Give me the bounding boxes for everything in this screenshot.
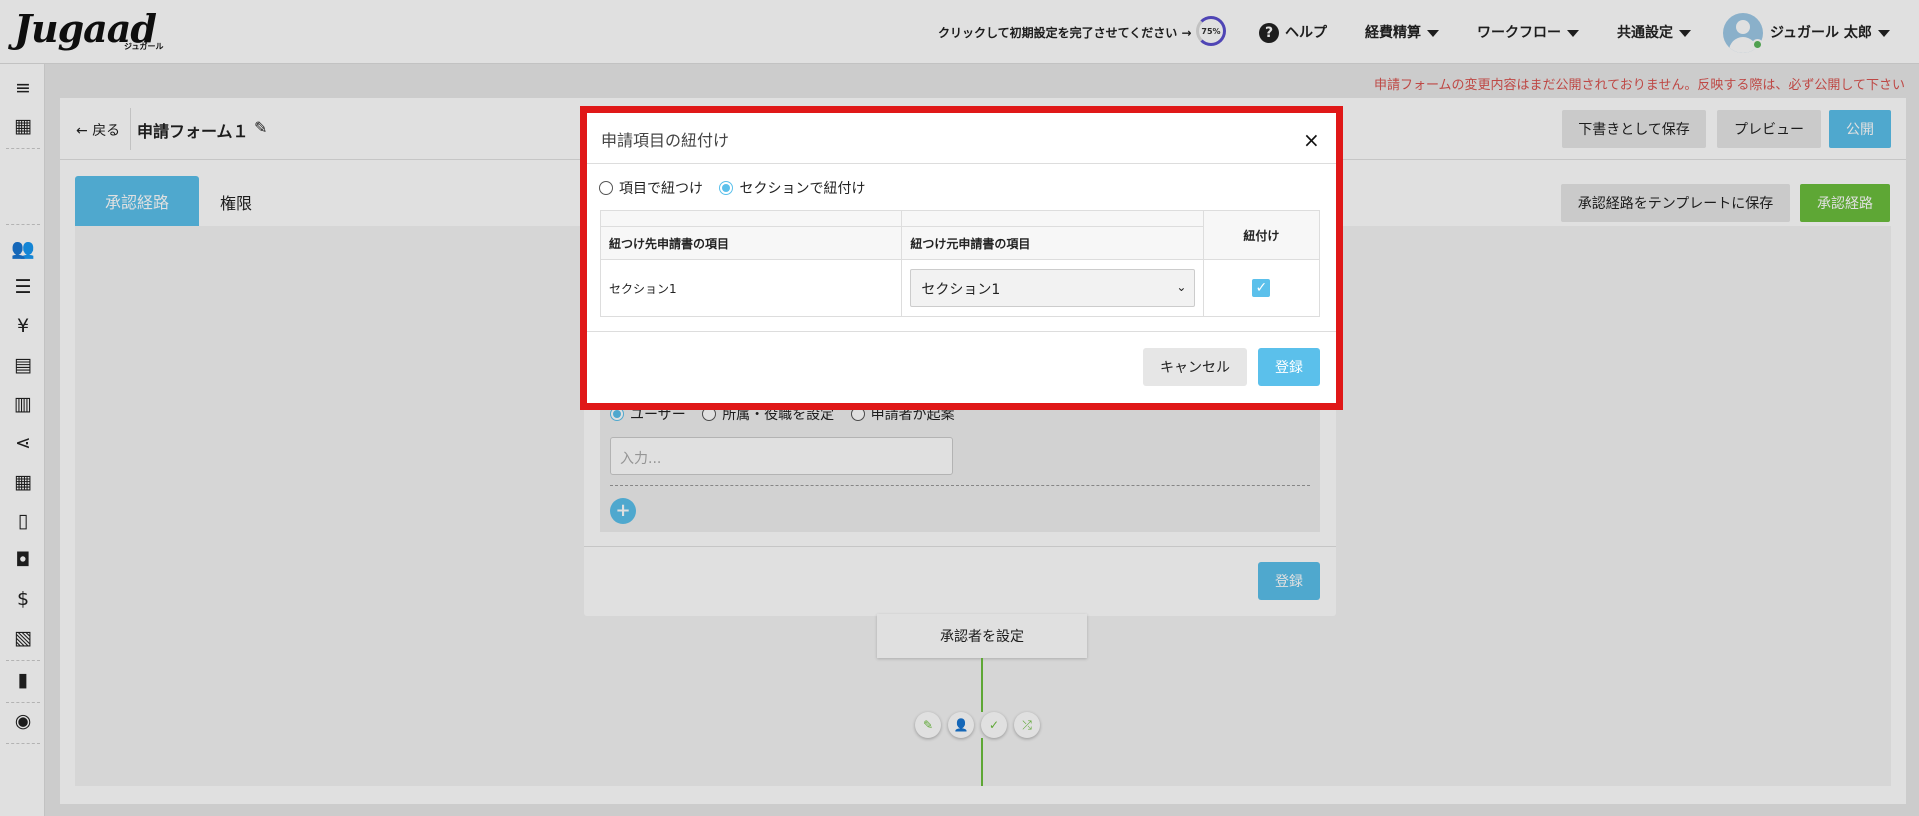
- link-checkbox[interactable]: ✓: [1252, 279, 1271, 298]
- source-item-select[interactable]: セクション1 ⌄: [910, 269, 1196, 308]
- cancel-button[interactable]: キャンセル: [1143, 348, 1247, 386]
- radio-link-by-section[interactable]: [719, 181, 734, 195]
- link-mode-radios: 項目で紐つけ セクションで紐付け: [599, 178, 865, 198]
- column-header-target: 紐つけ先申請書の項目: [599, 226, 903, 261]
- chevron-down-icon: ⌄: [1176, 280, 1187, 295]
- modal-title: 申請項目の紐付け: [601, 131, 730, 150]
- column-header-link: 紐付け: [1202, 209, 1321, 261]
- source-item-cell: セクション1 ⌄: [901, 259, 1204, 317]
- target-item-cell: セクション1: [599, 259, 903, 317]
- close-icon[interactable]: ×: [1303, 128, 1320, 152]
- register-button[interactable]: 登録: [1258, 348, 1320, 386]
- table-row: セクション1 セクション1 ⌄ ✓: [599, 259, 1321, 317]
- column-header-source: 紐つけ元申請書の項目: [901, 226, 1204, 261]
- radio-link-by-item[interactable]: [599, 181, 613, 195]
- link-mapping-table: 紐付け 紐つけ先申請書の項目 紐つけ元申請書の項目 セクション1 セクション1 …: [599, 209, 1321, 317]
